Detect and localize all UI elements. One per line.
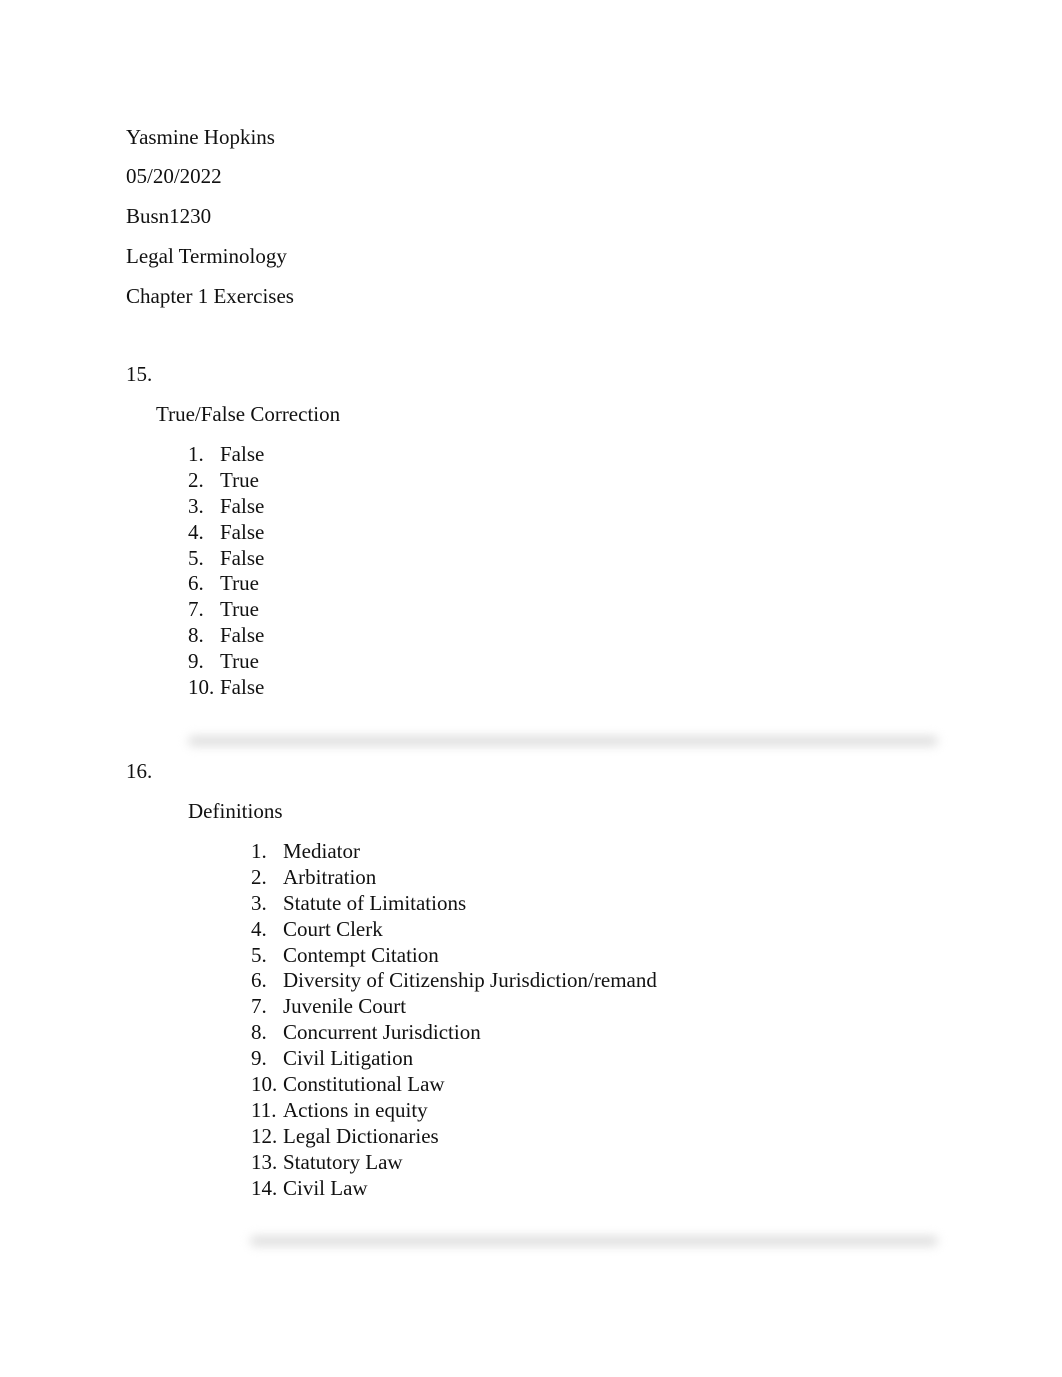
list-item: 11. Actions in equity <box>251 1098 657 1124</box>
list-item-number: 8. <box>251 1020 267 1045</box>
list-item-number: 8. <box>188 623 204 648</box>
list-item-text: True <box>220 467 259 492</box>
list-item: 3. Statute of Limitations <box>251 891 657 917</box>
list-item-number: 3. <box>251 890 267 915</box>
list-item: 10. False <box>188 675 264 701</box>
list-item-text: Mediator <box>283 839 360 863</box>
list-item-number: 5. <box>251 942 267 967</box>
list-item: 2. Arbitration <box>251 865 657 891</box>
list-item-text: True <box>220 597 259 622</box>
list-item: 5. False <box>188 546 264 572</box>
list-item-number: 7. <box>251 994 267 1019</box>
student-name: Yasmine Hopkins <box>126 125 275 149</box>
section-number-15: 15. <box>126 362 153 386</box>
list-item-number: 1. <box>188 442 204 466</box>
list-item-text: True <box>220 649 259 674</box>
course-code: Busn1230 <box>126 204 212 228</box>
list-item-text: False <box>220 675 265 700</box>
section-title-true-false: True/False Correction <box>156 402 341 426</box>
list-item: 14. Civil Law <box>251 1176 657 1202</box>
list-item: 12. Legal Dictionaries <box>251 1124 657 1150</box>
list-item-number: 4. <box>188 519 204 544</box>
list-item-text: Diversity of Citizenship Jurisdiction/re… <box>283 968 657 993</box>
list-item-text: Actions in equity <box>283 1097 428 1122</box>
list-item-number: 2. <box>188 467 204 492</box>
list-item-number: 7. <box>188 597 204 622</box>
list-item: 4. False <box>188 520 264 546</box>
list-item: 3. False <box>188 494 264 520</box>
list-item: 5. Contempt Citation <box>251 943 657 969</box>
list-item: 2. True <box>188 468 264 494</box>
list-item-text: Concurrent Jurisdiction <box>283 1020 481 1045</box>
list-item: 4. Court Clerk <box>251 917 657 943</box>
redacted-content <box>188 736 938 746</box>
list-item-number: 14. <box>251 1175 278 1200</box>
list-item-number: 10. <box>188 675 215 700</box>
list-item-text: Court Clerk <box>283 916 383 941</box>
list-item: 6. Diversity of Citizenship Jurisdiction/… <box>251 968 657 994</box>
list-item-text: False <box>220 519 265 544</box>
list-item-text: Civil Law <box>283 1175 368 1200</box>
list-item-number: 5. <box>188 545 204 570</box>
list-item: 1. False <box>188 442 264 468</box>
list-item-text: Juvenile Court <box>283 994 407 1019</box>
list-item: 9. True <box>188 649 264 675</box>
list-item-number: 13. <box>251 1149 278 1174</box>
list-item-number: 9. <box>251 1046 267 1071</box>
list-item-text: False <box>220 442 265 466</box>
list-item-text: Contempt Citation <box>283 942 439 967</box>
list-item-number: 12. <box>251 1123 278 1148</box>
list-item: 13. Statutory Law <box>251 1150 657 1176</box>
list-item-number: 3. <box>188 493 204 518</box>
redacted-content <box>250 1236 938 1246</box>
list-item-text: Arbitration <box>283 864 377 889</box>
list-item: 10. Constitutional Law <box>251 1072 657 1098</box>
list-item-number: 4. <box>251 916 267 941</box>
list-item-text: True <box>220 571 259 596</box>
list-item-text: False <box>220 493 265 518</box>
list-item-text: Civil Litigation <box>283 1046 414 1071</box>
list-item-number: 6. <box>188 571 204 596</box>
list-item-text: False <box>220 623 265 648</box>
assignment-title: Chapter 1 Exercises <box>126 284 294 308</box>
list-item: 1. Mediator <box>251 839 657 865</box>
true-false-list: 1. False 2. True 3. False 4. False 5. False 6. True… <box>188 442 264 701</box>
list-item-text: Statutory Law <box>283 1149 403 1174</box>
list-item-text: False <box>220 545 265 570</box>
list-item-number: 1. <box>251 839 267 863</box>
list-item-number: 11. <box>251 1097 277 1122</box>
list-item: 6. True <box>188 571 264 597</box>
list-item-number: 9. <box>188 649 204 674</box>
section-number-16: 16. <box>126 759 153 783</box>
subject: Legal Terminology <box>126 244 287 268</box>
date: 05/20/2022 <box>126 164 222 188</box>
list-item: 8. False <box>188 623 264 649</box>
definitions-list: 1. Mediator 2. Arbitration 3. Statute of Limi… <box>251 839 657 1201</box>
list-item-number: 6. <box>251 968 267 993</box>
list-item-number: 10. <box>251 1072 278 1097</box>
list-item: 9. Civil Litigation <box>251 1046 657 1072</box>
list-item-text: Constitutional Law <box>283 1072 445 1097</box>
section-title-definitions: Definitions <box>188 799 283 823</box>
list-item: 7. True <box>188 597 264 623</box>
list-item: 8. Concurrent Jurisdiction <box>251 1020 657 1046</box>
list-item-text: Statute of Limitations <box>283 890 467 915</box>
list-item: 7. Juvenile Court <box>251 994 657 1020</box>
list-item-text: Legal Dictionaries <box>283 1123 439 1148</box>
list-item-number: 2. <box>251 864 267 889</box>
